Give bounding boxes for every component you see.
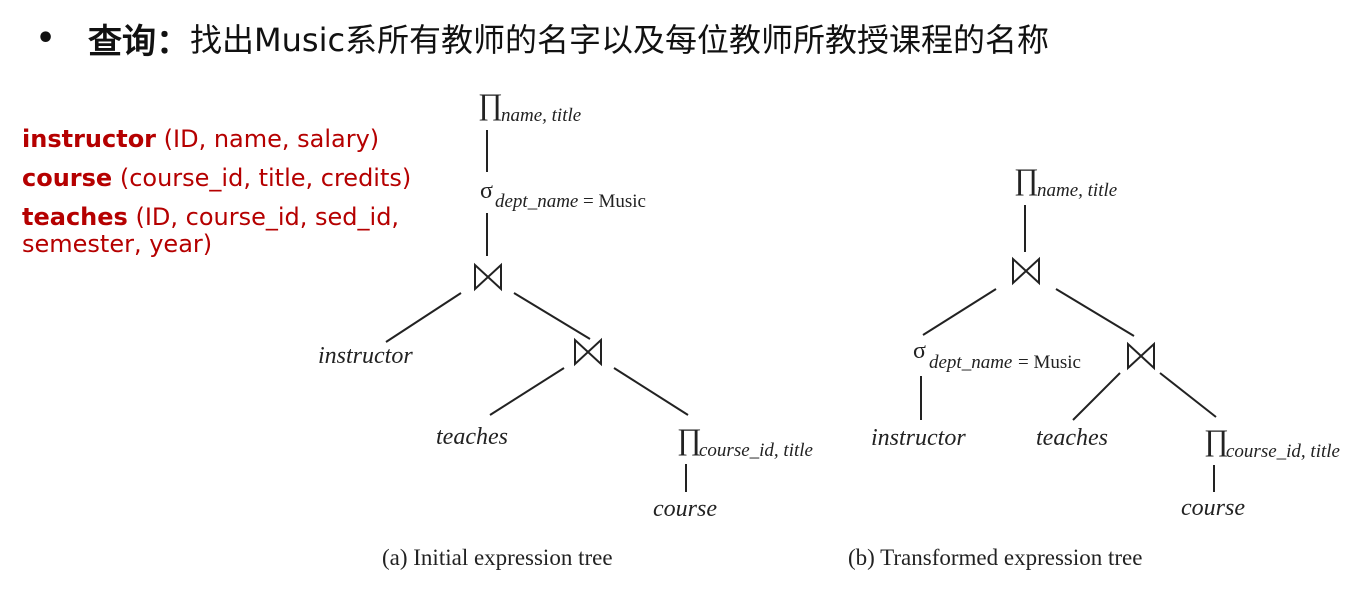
relation-instructor: instructor — [318, 343, 413, 369]
relation-course: course — [653, 496, 717, 522]
natural-join-icon — [474, 262, 502, 292]
tree-edge — [1055, 288, 1135, 337]
select-attribute: dept_name — [929, 352, 1012, 373]
project-attributes: course_id, title — [1226, 441, 1340, 462]
project-symbol: ∏ — [478, 88, 503, 121]
expression-trees: ∏ name, title σ dept_name = Music instru… — [318, 88, 1340, 570]
project-attributes: name, title — [501, 105, 581, 126]
select-symbol: σ — [480, 178, 493, 204]
tree-edge — [385, 292, 462, 343]
select-symbol: σ — [913, 338, 926, 364]
tree-edge — [1072, 372, 1121, 421]
select-condition: = Music — [583, 191, 646, 212]
project-symbol: ∏ — [677, 423, 702, 456]
select-attribute: dept_name — [495, 191, 578, 212]
project-symbol: ∏ — [1204, 424, 1229, 457]
tree-edge — [513, 292, 591, 340]
tree-edge — [1159, 372, 1217, 418]
select-condition: = Music — [1018, 352, 1081, 373]
natural-join-icon — [574, 337, 602, 367]
natural-join-icon — [1012, 256, 1040, 286]
tree-edge — [922, 288, 997, 336]
initial-expression-tree: ∏ name, title σ dept_name = Music instru… — [318, 88, 813, 570]
relation-teaches: teaches — [436, 424, 508, 450]
transformed-expression-tree: ∏ name, title σ dept_name = Music instru… — [848, 163, 1340, 570]
natural-join-icon — [1127, 341, 1155, 371]
project-attributes: name, title — [1037, 180, 1117, 201]
caption-initial-tree: (a) Initial expression tree — [382, 545, 613, 570]
project-attributes: course_id, title — [699, 440, 813, 461]
relation-teaches: teaches — [1036, 425, 1108, 451]
caption-transformed-tree: (b) Transformed expression tree — [848, 545, 1142, 570]
project-symbol: ∏ — [1014, 163, 1039, 196]
relation-course: course — [1181, 495, 1245, 521]
tree-edge — [613, 367, 689, 416]
tree-edge — [489, 367, 565, 416]
relation-instructor: instructor — [871, 425, 966, 451]
